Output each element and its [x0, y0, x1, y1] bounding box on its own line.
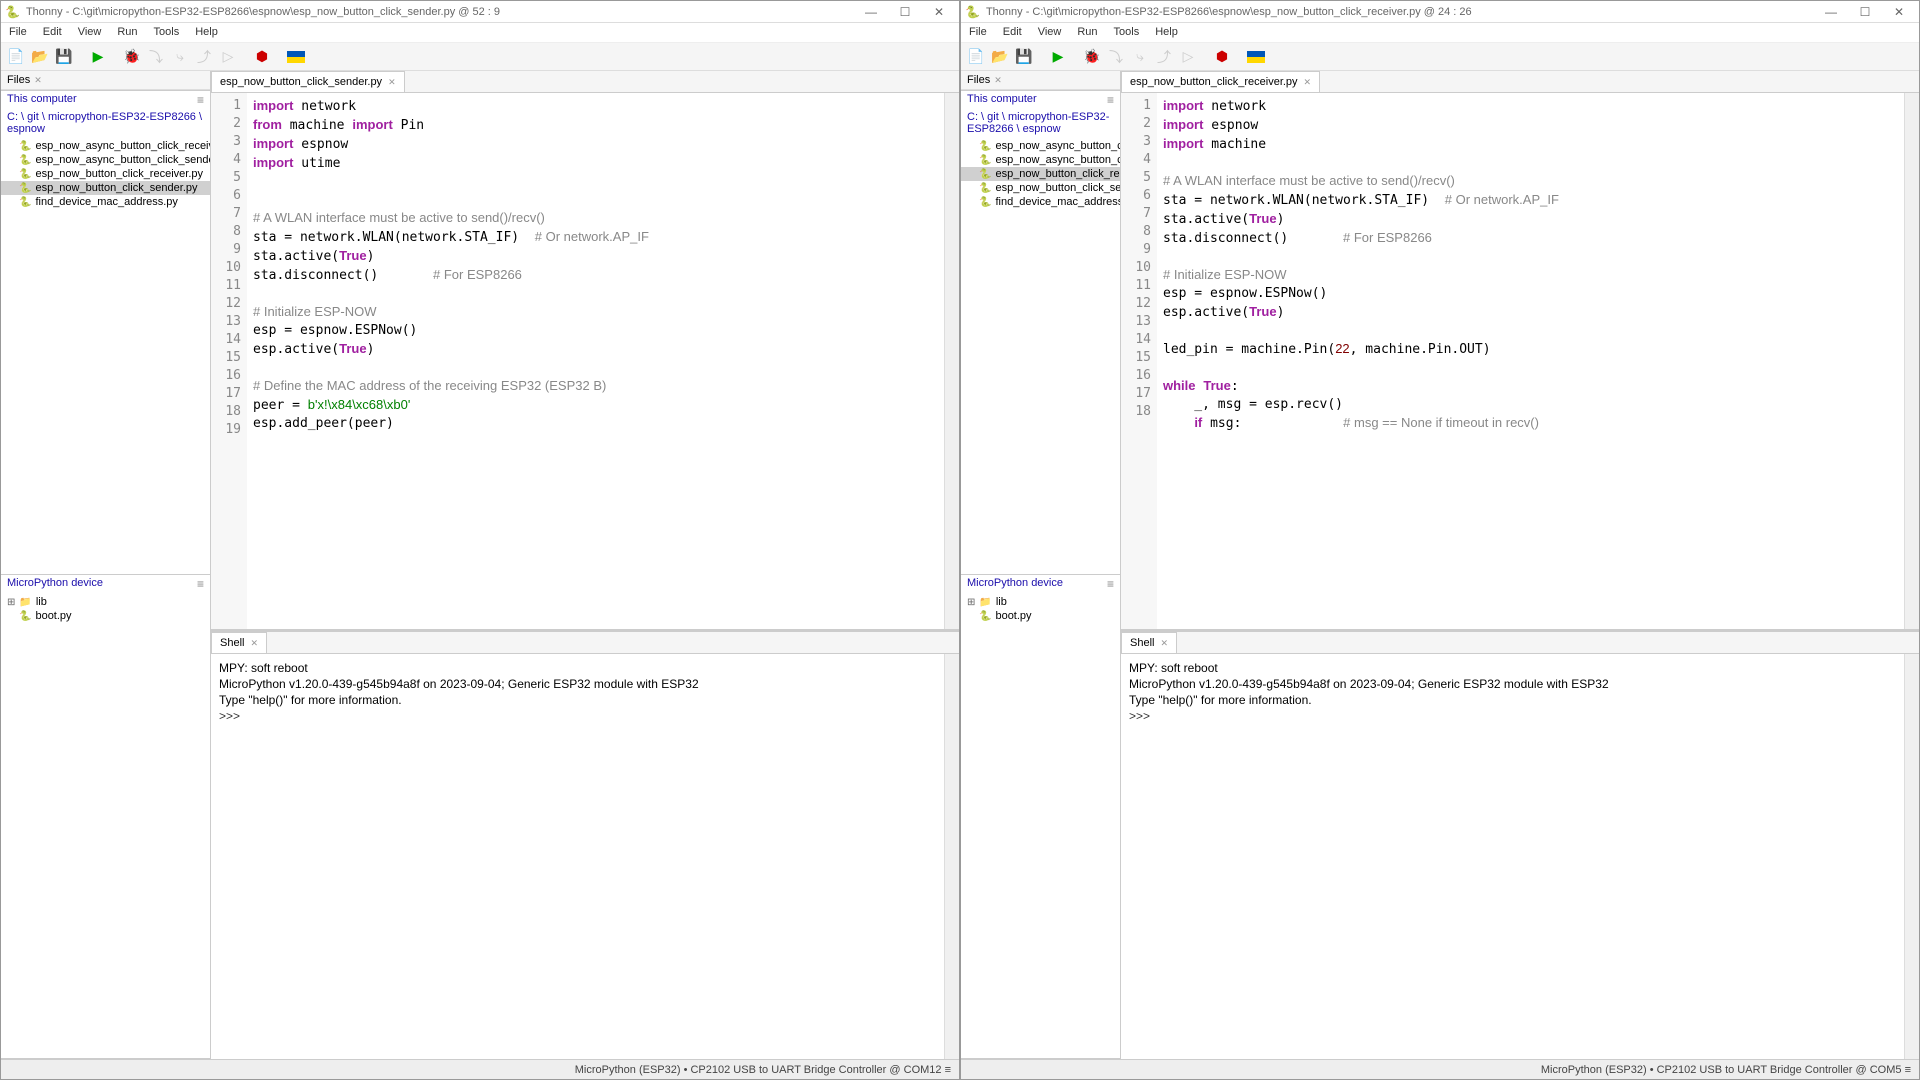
minimize-button[interactable]: —: [855, 2, 887, 22]
files-tab[interactable]: Files✕: [1, 71, 210, 90]
menu-icon[interactable]: ≡: [197, 93, 204, 107]
line-gutter: 123456789101112131415161718: [1121, 93, 1157, 629]
minimize-button[interactable]: —: [1815, 2, 1847, 22]
menu-run[interactable]: Run: [1069, 23, 1105, 42]
run-icon[interactable]: ▶: [87, 46, 109, 68]
statusbar[interactable]: MicroPython (ESP32) • CP2102 USB to UART…: [1, 1059, 959, 1079]
file-item[interactable]: 🐍boot.py: [961, 609, 1120, 623]
titlebar[interactable]: 🐍 Thonny - C:\git\micropython-ESP32-ESP8…: [961, 1, 1919, 23]
close-button[interactable]: ✕: [923, 2, 955, 22]
step-over-icon[interactable]: ⤵: [145, 46, 167, 68]
app-icon: 🐍: [965, 5, 980, 19]
file-item[interactable]: 🐍find_device_mac_address.py: [1, 195, 210, 209]
device-header[interactable]: MicroPython device≡: [961, 575, 1120, 593]
shell-tab[interactable]: Shell✕: [1121, 632, 1177, 653]
menu-edit[interactable]: Edit: [995, 23, 1030, 42]
file-item[interactable]: 🐍esp_now_async_button_click_se: [961, 153, 1120, 167]
step-into-icon[interactable]: ⤷: [169, 46, 191, 68]
file-item[interactable]: 🐍esp_now_async_button_click_receiver.py: [1, 139, 210, 153]
menu-view[interactable]: View: [70, 23, 110, 42]
window-receiver: 🐍 Thonny - C:\git\micropython-ESP32-ESP8…: [960, 0, 1920, 1080]
file-item[interactable]: 🐍esp_now_button_click_sender.p: [961, 181, 1120, 195]
new-file-icon[interactable]: 📄: [965, 46, 987, 68]
file-item-selected[interactable]: 🐍esp_now_button_click_sender.py: [1, 181, 210, 195]
new-file-icon[interactable]: 📄: [5, 46, 27, 68]
editor-tab[interactable]: esp_now_button_click_sender.py✕: [211, 71, 405, 92]
titlebar[interactable]: 🐍 Thonny - C:\git\micropython-ESP32-ESP8…: [1, 1, 959, 23]
menu-file[interactable]: File: [1, 23, 35, 42]
menu-file[interactable]: File: [961, 23, 995, 42]
menu-help[interactable]: Help: [187, 23, 226, 42]
flag-icon[interactable]: [1245, 46, 1267, 68]
debug-icon[interactable]: 🐞: [121, 46, 143, 68]
maximize-button[interactable]: ☐: [889, 2, 921, 22]
save-file-icon[interactable]: 💾: [53, 46, 75, 68]
debug-icon[interactable]: 🐞: [1081, 46, 1103, 68]
menu-tools[interactable]: Tools: [1106, 23, 1148, 42]
files-tab[interactable]: Files✕: [961, 71, 1120, 90]
step-out-icon[interactable]: ⤴: [193, 46, 215, 68]
menu-run[interactable]: Run: [109, 23, 145, 42]
statusbar[interactable]: MicroPython (ESP32) • CP2102 USB to UART…: [961, 1059, 1919, 1079]
app-icon: 🐍: [5, 5, 20, 19]
window-title: Thonny - C:\git\micropython-ESP32-ESP826…: [986, 6, 1815, 18]
shell-output[interactable]: MPY: soft reboot MicroPython v1.20.0-439…: [1121, 654, 1919, 1059]
run-icon[interactable]: ▶: [1047, 46, 1069, 68]
code-editor[interactable]: 12345678910111213141516171819 import net…: [211, 93, 959, 629]
file-item[interactable]: 🐍esp_now_async_button_click_re: [961, 139, 1120, 153]
folder-item[interactable]: 📁lib: [1, 595, 210, 609]
close-icon[interactable]: ✕: [1160, 638, 1168, 649]
file-item[interactable]: 🐍find_device_mac_address.py: [961, 195, 1120, 209]
step-out-icon[interactable]: ⤴: [1153, 46, 1175, 68]
close-icon[interactable]: ✕: [994, 75, 1002, 86]
menu-help[interactable]: Help: [1147, 23, 1186, 42]
menu-icon[interactable]: ≡: [1107, 577, 1114, 591]
close-icon[interactable]: ✕: [34, 75, 42, 86]
menu-view[interactable]: View: [1030, 23, 1070, 42]
shell-tab[interactable]: Shell✕: [211, 632, 267, 653]
file-item[interactable]: 🐍boot.py: [1, 609, 210, 623]
close-icon[interactable]: ✕: [1304, 77, 1312, 88]
breadcrumb[interactable]: C: \ git \ micropython-ESP32-ESP8266 \ e…: [1, 109, 210, 137]
stop-icon[interactable]: ⬢: [1211, 46, 1233, 68]
flag-icon[interactable]: [285, 46, 307, 68]
breadcrumb[interactable]: C: \ git \ micropython-ESP32-ESP8266 \ e…: [961, 109, 1120, 137]
window-title: Thonny - C:\git\micropython-ESP32-ESP826…: [26, 6, 855, 18]
close-icon[interactable]: ✕: [388, 77, 396, 88]
resume-icon[interactable]: ▷: [217, 46, 239, 68]
save-file-icon[interactable]: 💾: [1013, 46, 1035, 68]
editor-tab[interactable]: esp_now_button_click_receiver.py✕: [1121, 71, 1320, 92]
menu-icon[interactable]: ≡: [197, 577, 204, 591]
menubar: File Edit View Run Tools Help: [961, 23, 1919, 43]
window-sender: 🐍 Thonny - C:\git\micropython-ESP32-ESP8…: [0, 0, 960, 1080]
toolbar: 📄 📂 💾 ▶ 🐞 ⤵ ⤷ ⤴ ▷ ⬢: [961, 43, 1919, 71]
folder-item[interactable]: 📁lib: [961, 595, 1120, 609]
file-item-selected[interactable]: 🐍esp_now_button_click_receiver.: [961, 167, 1120, 181]
maximize-button[interactable]: ☐: [1849, 2, 1881, 22]
menu-tools[interactable]: Tools: [146, 23, 188, 42]
menu-edit[interactable]: Edit: [35, 23, 70, 42]
code-editor[interactable]: 123456789101112131415161718 import netwo…: [1121, 93, 1919, 629]
open-file-icon[interactable]: 📂: [989, 46, 1011, 68]
step-over-icon[interactable]: ⤵: [1105, 46, 1127, 68]
open-file-icon[interactable]: 📂: [29, 46, 51, 68]
menu-icon[interactable]: ≡: [1107, 93, 1114, 107]
line-gutter: 12345678910111213141516171819: [211, 93, 247, 629]
toolbar: 📄 📂 💾 ▶ 🐞 ⤵ ⤷ ⤴ ▷ ⬢: [1, 43, 959, 71]
this-computer-header[interactable]: This computer≡: [1, 91, 210, 109]
file-item[interactable]: 🐍esp_now_async_button_click_sender.py: [1, 153, 210, 167]
close-button[interactable]: ✕: [1883, 2, 1915, 22]
step-into-icon[interactable]: ⤷: [1129, 46, 1151, 68]
shell-output[interactable]: MPY: soft reboot MicroPython v1.20.0-439…: [211, 654, 959, 1059]
this-computer-header[interactable]: This computer≡: [961, 91, 1120, 109]
file-item[interactable]: 🐍esp_now_button_click_receiver.py: [1, 167, 210, 181]
close-icon[interactable]: ✕: [250, 638, 258, 649]
resume-icon[interactable]: ▷: [1177, 46, 1199, 68]
device-header[interactable]: MicroPython device≡: [1, 575, 210, 593]
stop-icon[interactable]: ⬢: [251, 46, 273, 68]
menubar: File Edit View Run Tools Help: [1, 23, 959, 43]
